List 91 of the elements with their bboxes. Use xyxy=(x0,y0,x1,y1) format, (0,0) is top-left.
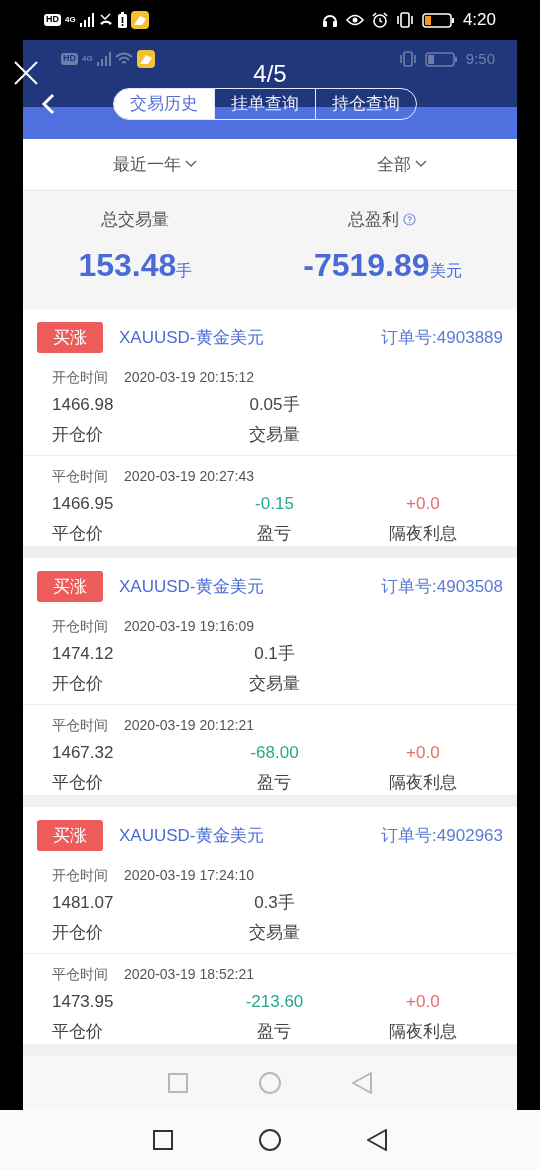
field-label: 隔夜利息 xyxy=(388,771,457,794)
field-label: 盈亏 xyxy=(257,1020,292,1043)
field-label: 盈亏 xyxy=(257,771,292,794)
app-icon xyxy=(136,50,155,68)
field-label: 平仓时间 xyxy=(52,467,108,487)
field-label: 交易量 xyxy=(249,423,300,446)
field-label: 平仓价 xyxy=(52,1020,104,1043)
side-badge: 买涨 xyxy=(37,570,103,603)
side-badge: 买涨 xyxy=(37,321,103,354)
timestamp: 2020-03-19 19:16:09 xyxy=(124,617,254,637)
filter-dropdown[interactable]: 最近一年 xyxy=(107,150,203,179)
price-value: 1467.32 xyxy=(52,742,115,765)
back-icon[interactable] xyxy=(41,93,55,116)
timestamp: 2020-03-19 17:24:10 xyxy=(124,866,254,886)
signal-icon xyxy=(96,52,111,66)
symbol-name: XAUUSD-黄金美元 xyxy=(119,326,264,349)
battery-icon xyxy=(424,51,458,67)
timestamp: 2020-03-19 18:52:21 xyxy=(124,965,254,985)
symbol-name: XAUUSD-黄金美元 xyxy=(119,824,264,847)
price-value: 1481.07 xyxy=(52,892,115,915)
tab[interactable]: 交易历史 xyxy=(114,89,214,120)
missed-call-icon xyxy=(97,13,114,27)
field-label: 盈亏 xyxy=(257,522,292,545)
tab[interactable]: 持仓查询 xyxy=(315,89,416,120)
field-label: 平仓时间 xyxy=(52,965,108,985)
field-label: 交易量 xyxy=(249,672,300,695)
tab[interactable]: 挂单查询 xyxy=(214,89,315,120)
field-label: 开仓价 xyxy=(52,423,104,446)
summary-unit: 手 xyxy=(176,261,193,281)
field-label: 平仓价 xyxy=(52,522,104,545)
field-label: 平仓价 xyxy=(52,771,104,794)
price-value: 1466.98 xyxy=(52,394,115,417)
field-label: 平仓时间 xyxy=(52,716,108,736)
signal-icon xyxy=(79,13,94,27)
volume-value: 0.3手 xyxy=(254,892,295,915)
status-time: 9:50 xyxy=(465,48,495,69)
status-time: 4:20 xyxy=(462,9,496,32)
close-icon[interactable] xyxy=(13,60,39,86)
summary-label: 总盈利 xyxy=(348,209,400,232)
network-generation: 4G xyxy=(65,16,76,24)
price-value: 1466.95 xyxy=(52,493,115,516)
eye-icon xyxy=(345,14,364,26)
vibrate-icon xyxy=(398,51,417,67)
profit-value: -0.15 xyxy=(255,493,294,516)
summary-value: -7519.89 xyxy=(303,245,430,285)
swap-value: +0.0 xyxy=(406,742,440,765)
chevron-down-icon xyxy=(185,160,197,169)
wifi-icon xyxy=(114,52,133,66)
volume-value: 0.05手 xyxy=(249,394,300,417)
price-value: 1474.12 xyxy=(52,643,115,666)
price-value: 1473.95 xyxy=(52,991,115,1014)
alarm-icon xyxy=(371,12,388,28)
volume-value: 0.1手 xyxy=(254,643,295,666)
side-badge: 买涨 xyxy=(37,819,103,852)
field-label: 开仓时间 xyxy=(52,866,108,886)
field-label: 开仓时间 xyxy=(52,368,108,388)
filter-dropdown[interactable]: 全部 xyxy=(371,150,433,179)
timestamp: 2020-03-19 20:27:43 xyxy=(124,467,254,487)
battery-icon xyxy=(421,12,455,28)
profit-value: -213.60 xyxy=(245,991,304,1014)
timestamp: 2020-03-19 20:12:21 xyxy=(124,716,254,736)
summary-value: 153.48 xyxy=(78,245,177,285)
network-badge: HD xyxy=(44,14,61,26)
image-counter: 4/5 xyxy=(253,60,287,87)
summary-unit: 美元 xyxy=(429,260,462,281)
chevron-down-icon xyxy=(415,160,427,169)
circle-icon[interactable] xyxy=(258,1128,282,1152)
symbol-name: XAUUSD-黄金美元 xyxy=(119,575,264,598)
field-label: 交易量 xyxy=(249,921,300,944)
vibrate-icon xyxy=(395,12,414,28)
order-number: 订单号:4903889 xyxy=(381,326,503,349)
field-label: 隔夜利息 xyxy=(388,1020,457,1043)
app-icon xyxy=(130,11,149,29)
field-label: 开仓价 xyxy=(52,921,104,944)
order-number: 订单号:4903508 xyxy=(381,575,503,598)
field-label: 隔夜利息 xyxy=(388,522,457,545)
network-badge: HD xyxy=(61,53,78,65)
headset-icon xyxy=(321,12,338,28)
order-number: 订单号:4902963 xyxy=(381,824,503,847)
summary-label: 总交易量 xyxy=(101,209,170,232)
back-triangle-icon[interactable] xyxy=(366,1128,388,1152)
square-icon[interactable] xyxy=(152,1129,174,1151)
field-label: 开仓时间 xyxy=(52,617,108,637)
network-generation: 4G xyxy=(82,55,93,63)
swap-value: +0.0 xyxy=(406,493,440,516)
help-icon[interactable] xyxy=(403,213,417,227)
swap-value: +0.0 xyxy=(406,991,440,1014)
field-label: 开仓价 xyxy=(52,672,104,695)
timestamp: 2020-03-19 20:15:12 xyxy=(124,368,254,388)
battery-alert-icon xyxy=(117,12,127,28)
profit-value: -68.00 xyxy=(250,742,299,765)
